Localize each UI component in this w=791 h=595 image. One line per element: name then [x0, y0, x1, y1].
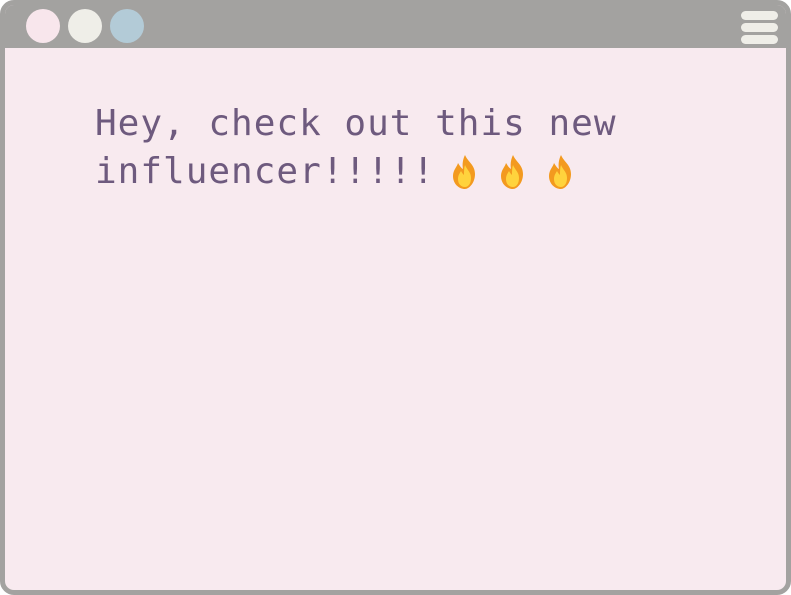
fire-icon — [543, 153, 579, 191]
message-line-1: Hey, check out this new — [95, 103, 617, 144]
window-maximize-button[interactable] — [110, 9, 144, 43]
menu-bar-line — [741, 11, 778, 20]
menu-bar-line — [741, 23, 778, 32]
fire-icon — [447, 153, 483, 191]
message-line-2: influencer!!!!! — [95, 148, 695, 196]
title-bar — [5, 5, 786, 48]
menu-bar-line — [741, 35, 778, 44]
message-line-2-text: influencer!!!!! — [95, 151, 436, 192]
fire-icon — [495, 153, 531, 191]
message-text: Hey, check out this new influencer!!!!! — [95, 100, 695, 196]
window-minimize-button[interactable] — [68, 9, 102, 43]
app-window: Hey, check out this new influencer!!!!! — [0, 0, 791, 595]
window-close-button[interactable] — [26, 9, 60, 43]
hamburger-menu-icon[interactable] — [741, 9, 778, 44]
